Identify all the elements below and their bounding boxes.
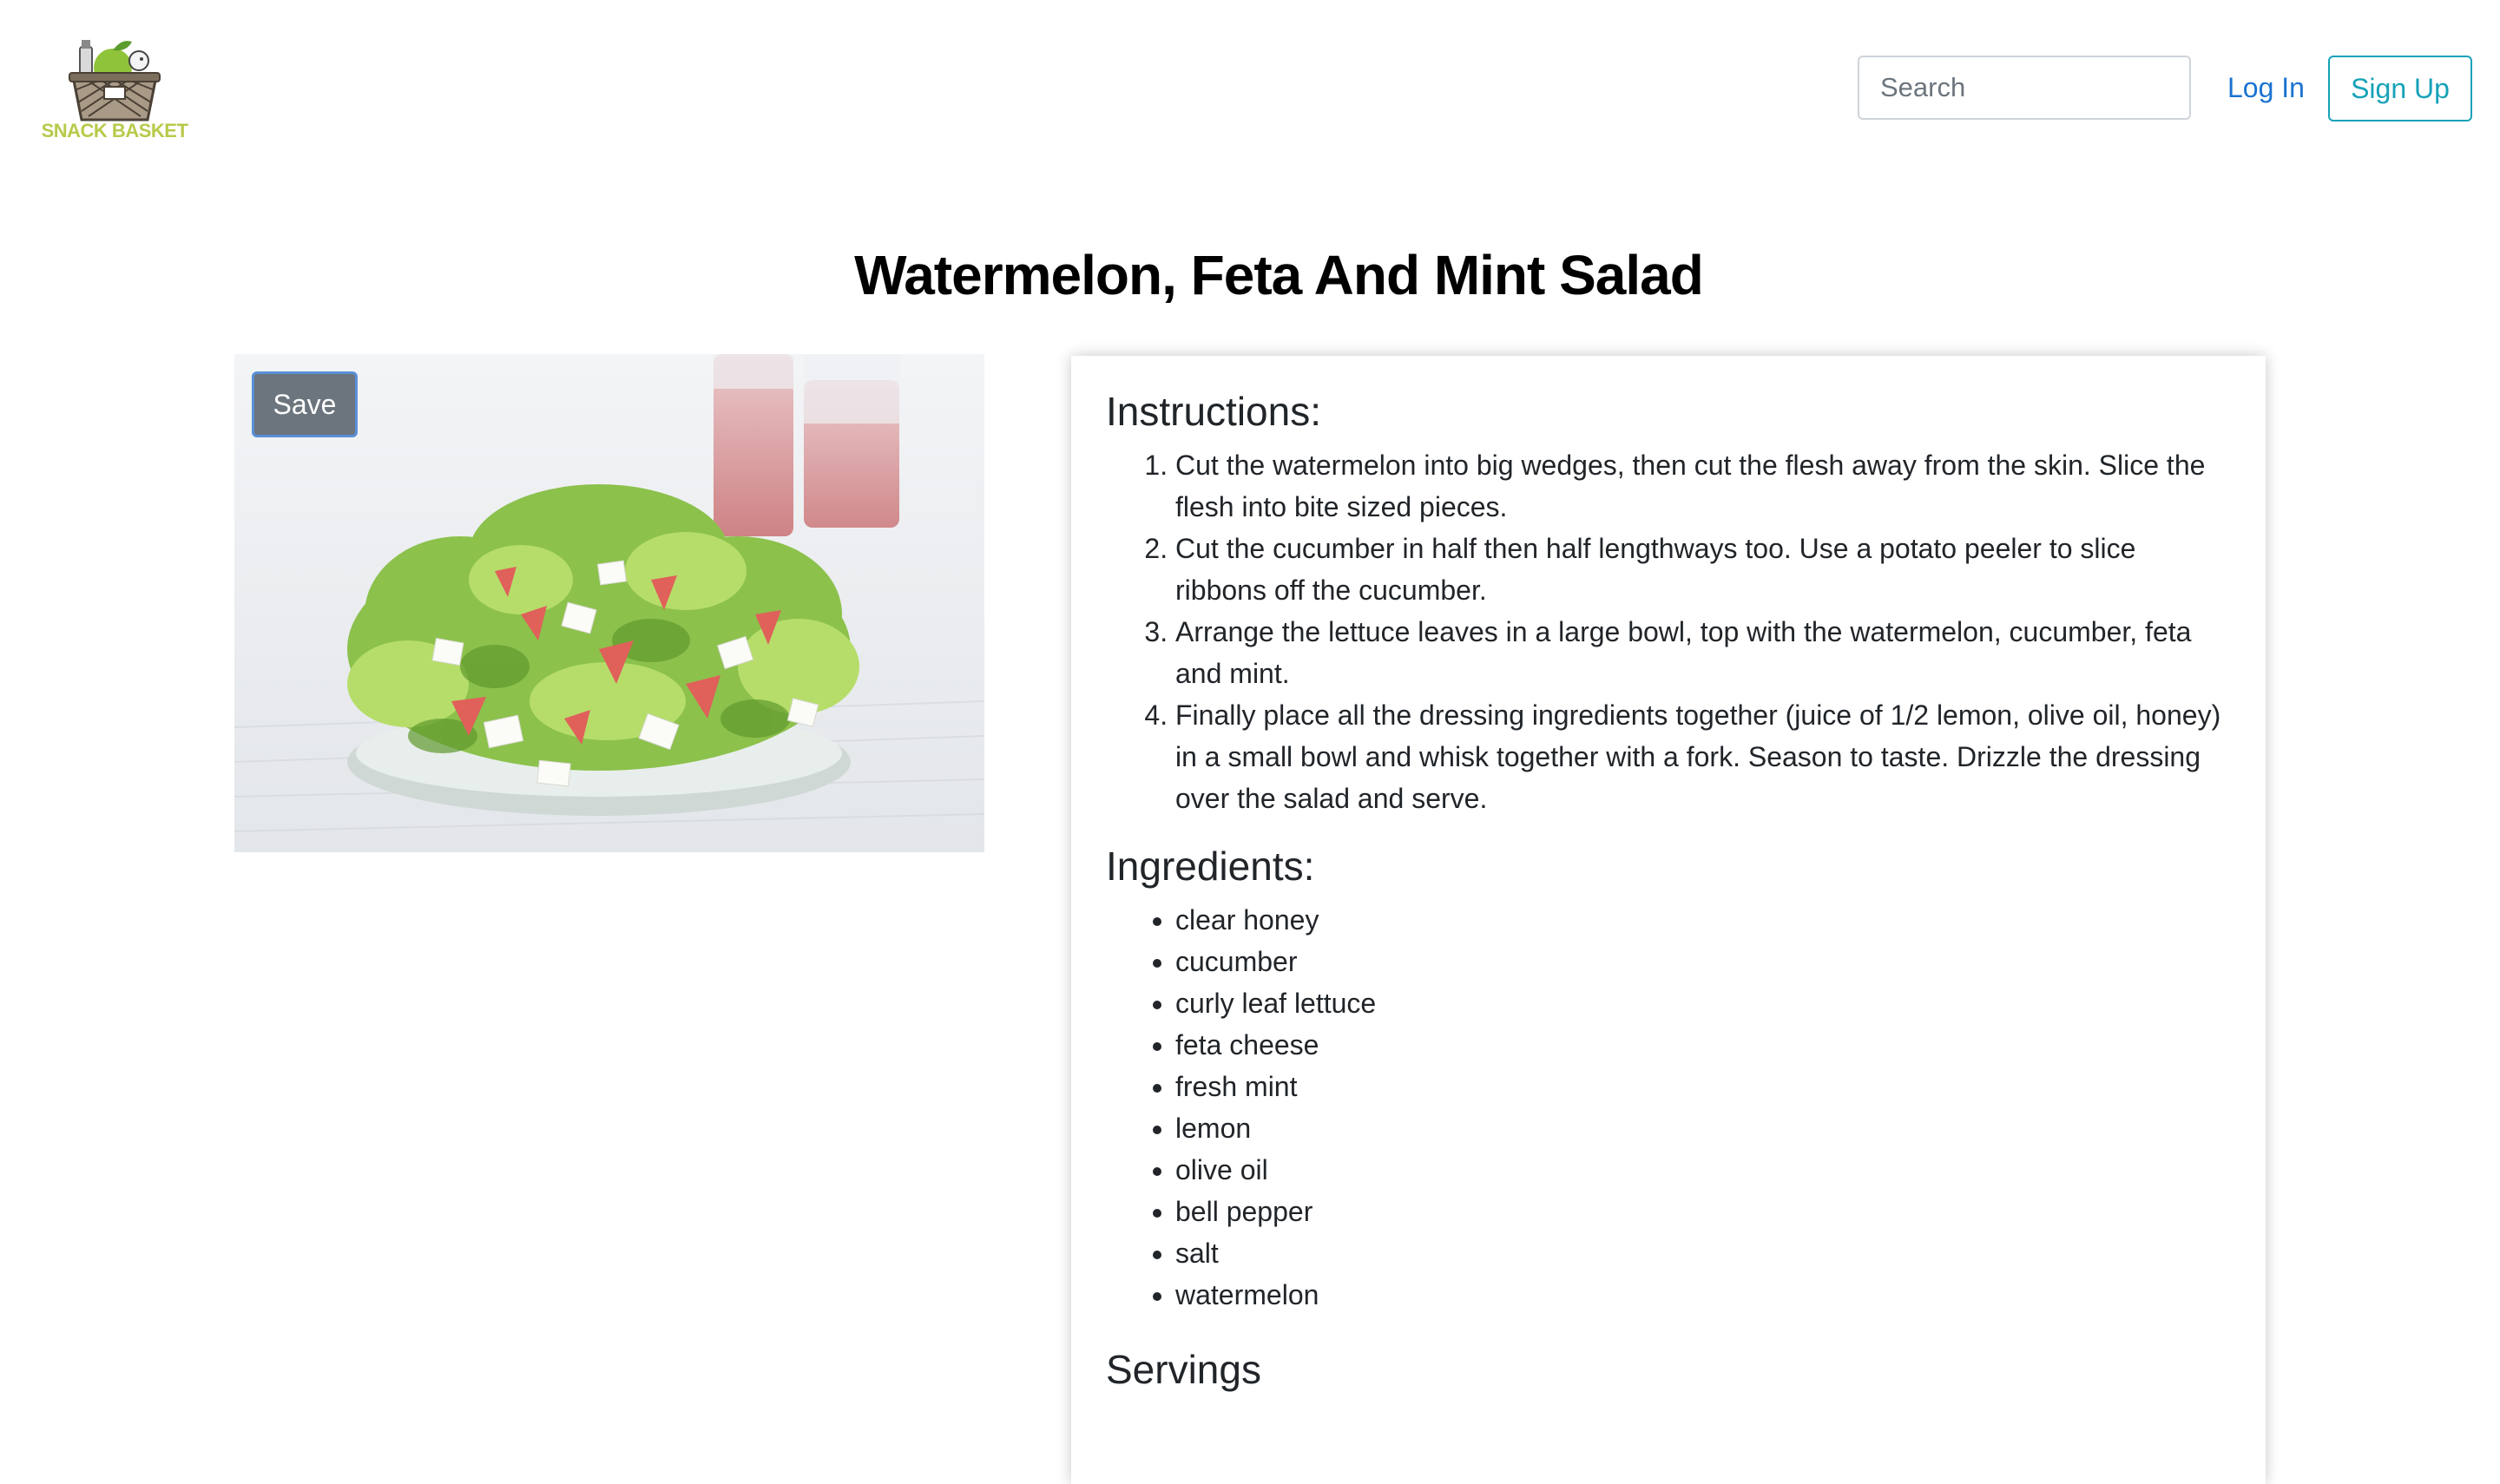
recipe-details-card: Instructions: Cut the watermelon into bi… [1071,356,2266,1484]
recipe-image: Save [234,354,984,852]
ingredient-item: feta cheese [1175,1024,2231,1066]
logo[interactable]: SNACK BASKET [38,26,191,148]
ingredients-heading: Ingredients: [1106,844,1315,889]
ingredient-item: curly leaf lettuce [1175,982,2231,1024]
instructions-list: Cut the watermelon into big wedges, then… [1106,444,2231,819]
ingredient-item: lemon [1175,1107,2231,1149]
login-link[interactable]: Log In [2227,56,2305,120]
search-input[interactable] [1858,56,2191,120]
ingredients-list: clear honey cucumber curly leaf lettuce … [1106,899,2231,1316]
instruction-step: Arrange the lettuce leaves in a large bo… [1175,611,2231,694]
instructions-heading: Instructions: [1106,389,1321,434]
instruction-step: Cut the watermelon into big wedges, then… [1175,444,2231,528]
instruction-step: Finally place all the dressing ingredien… [1175,694,2231,819]
logo-text: SNACK BASKET [41,120,188,141]
ingredient-item: salt [1175,1232,2231,1274]
ingredient-item: bell pepper [1175,1191,2231,1232]
ingredient-item: cucumber [1175,941,2231,982]
ingredient-item: olive oil [1175,1149,2231,1191]
instruction-step: Cut the cucumber in half then half lengt… [1175,528,2231,611]
ingredient-item: clear honey [1175,899,2231,941]
ingredient-item: fresh mint [1175,1066,2231,1107]
servings-heading: Servings [1106,1347,1261,1392]
basket-logo-icon [69,40,161,121]
save-button[interactable]: Save [252,371,358,437]
ingredient-item: watermelon [1175,1274,2231,1316]
page-title: Watermelon, Feta And Mint Salad [854,244,1704,306]
signup-button[interactable]: Sign Up [2328,56,2472,121]
